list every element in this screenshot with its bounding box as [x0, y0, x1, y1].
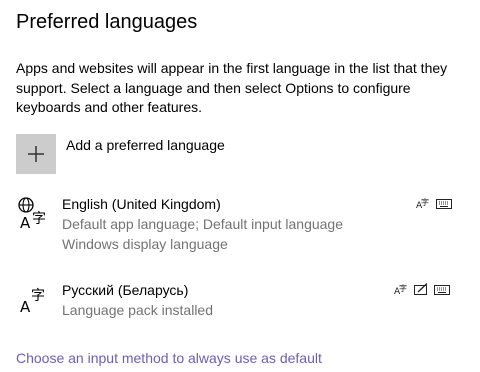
keyboard-icon	[436, 196, 452, 214]
default-input-method-link[interactable]: Choose an input method to always use as …	[16, 350, 322, 366]
language-name: English (United Kingdom)	[62, 196, 221, 212]
language-name: Русский (Беларусь)	[62, 282, 189, 298]
language-icon: A 字	[16, 282, 52, 318]
description-text: Apps and websites will appear in the fir…	[16, 60, 448, 115]
language-item-english[interactable]: A 字 English (United Kingdom) Default app…	[16, 196, 460, 256]
language-detail: Windows display language	[62, 236, 228, 252]
page-title: Preferred languages	[16, 11, 198, 33]
add-language-label[interactable]: Add a preferred language	[66, 137, 225, 153]
svg-text:A: A	[20, 298, 31, 316]
plus-icon[interactable]	[16, 134, 56, 174]
speech-icon: A 字	[394, 282, 408, 300]
handwriting-icon	[414, 282, 428, 300]
svg-text:字: 字	[31, 288, 45, 304]
language-item-russian[interactable]: A 字 Русский (Беларусь) Language pack ins…	[16, 282, 460, 342]
language-globe-icon: A 字	[16, 196, 52, 232]
svg-text:字: 字	[421, 197, 429, 207]
svg-text:A: A	[20, 214, 31, 232]
keyboard-icon	[434, 282, 450, 300]
add-language-button[interactable]: Add a preferred language	[16, 134, 225, 174]
language-detail: Default app language; Default input lang…	[62, 216, 343, 232]
svg-text:字: 字	[32, 211, 46, 227]
language-detail: Language pack installed	[62, 302, 214, 318]
speech-icon: A 字	[416, 196, 430, 214]
svg-text:字: 字	[399, 283, 407, 293]
